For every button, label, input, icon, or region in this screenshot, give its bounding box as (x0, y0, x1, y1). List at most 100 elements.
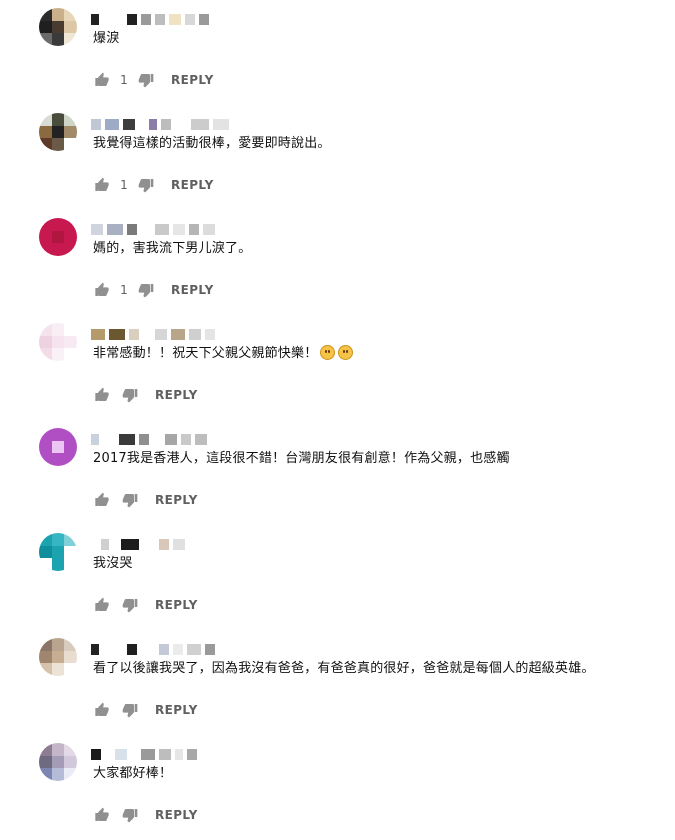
avatar[interactable] (39, 638, 77, 676)
avatar-pixel (51, 743, 65, 756)
reply-button[interactable]: REPLY (155, 598, 198, 612)
comment-list: 爆淚 1 REPLY 我覺得這樣的活動很棒，愛要即時說出。 1 REPLY 媽的，害我流下男… (0, 0, 675, 823)
like-button[interactable] (93, 596, 111, 614)
avatar-pixel (39, 8, 52, 21)
avatar[interactable] (39, 323, 77, 361)
redaction-block (141, 13, 151, 25)
redaction-block (139, 433, 149, 445)
avatar[interactable] (39, 8, 77, 46)
avatar-pixel (39, 335, 52, 349)
thumbs-down-icon (122, 809, 138, 823)
redaction-block (123, 118, 135, 130)
avatar-pixel (39, 138, 52, 151)
avatar-pixel (39, 533, 52, 546)
comment-text: 2017我是香港人，這段很不錯！台灣朋友很有創意！作為父親，也感觸 (93, 449, 510, 469)
author-name-redacted[interactable] (91, 222, 261, 236)
reply-button[interactable]: REPLY (155, 808, 198, 822)
avatar-pixel (64, 348, 77, 361)
avatar-pixel (64, 243, 77, 256)
avatar-pixel (39, 650, 52, 664)
avatar-pixel (51, 218, 65, 231)
avatar-pixel (51, 558, 65, 571)
comment-text: 大家都好棒！ (93, 764, 172, 784)
avatar-pixel (51, 138, 65, 151)
comment-actions: REPLY (93, 595, 198, 615)
reply-button[interactable]: REPLY (171, 283, 214, 297)
author-name-redacted[interactable] (91, 12, 261, 26)
redaction-block (91, 538, 97, 550)
dislike-button[interactable] (137, 281, 155, 299)
redaction-block (115, 748, 127, 760)
dislike-button[interactable] (121, 701, 139, 719)
like-button[interactable] (93, 386, 111, 404)
comment-text-content: 2017我是香港人，這段很不錯！台灣朋友很有創意！作為父親，也感觸 (93, 451, 510, 466)
avatar[interactable] (39, 743, 77, 781)
comment-item: 我覺得這樣的活動很棒，愛要即時說出。 1 REPLY (0, 105, 675, 210)
author-name-redacted[interactable] (91, 537, 261, 551)
reply-button[interactable]: REPLY (171, 73, 214, 87)
redaction-block (105, 118, 119, 130)
avatar-pixel (51, 768, 65, 781)
author-name-redacted[interactable] (91, 117, 261, 131)
avatar-pixel (51, 230, 65, 244)
thumbs-up-icon (95, 597, 109, 611)
like-button[interactable] (93, 806, 111, 824)
avatar[interactable] (39, 428, 77, 466)
avatar-pixel (64, 428, 77, 441)
thumbs-down-icon (122, 704, 138, 718)
avatar-pixel (64, 440, 77, 454)
comment-actions: REPLY (93, 700, 198, 720)
redaction-block (91, 13, 99, 25)
avatar-pixel (64, 453, 77, 466)
dislike-button[interactable] (137, 176, 155, 194)
redaction-block (159, 748, 171, 760)
avatar[interactable] (39, 218, 77, 256)
like-button[interactable] (93, 701, 111, 719)
reply-button[interactable]: REPLY (171, 178, 214, 192)
redaction-block (127, 223, 137, 235)
comment-item: 看了以後讓我哭了，因為我沒有爸爸，有爸爸真的很好，爸爸就是每個人的超級英雄。 RE… (0, 630, 675, 735)
avatar-pixel (39, 453, 52, 466)
redaction-block (187, 748, 197, 760)
avatar-pixel (39, 545, 52, 559)
author-name-redacted[interactable] (91, 432, 261, 446)
like-button[interactable] (93, 281, 111, 299)
redaction-block (103, 433, 115, 445)
comment-item: 大家都好棒！ REPLY (0, 735, 675, 840)
redaction-block (91, 433, 99, 445)
comment-text-content: 看了以後讓我哭了，因為我沒有爸爸，有爸爸真的很好，爸爸就是每個人的超級英雄。 (93, 661, 595, 676)
comment-actions: REPLY (93, 805, 198, 825)
reply-button[interactable]: REPLY (155, 703, 198, 717)
comment-text: 我沒哭 (93, 554, 133, 574)
author-name-redacted[interactable] (91, 642, 261, 656)
dislike-button[interactable] (121, 491, 139, 509)
avatar[interactable] (39, 113, 77, 151)
comment-actions: REPLY (93, 385, 198, 405)
redaction-block (171, 328, 185, 340)
avatar-pixel (39, 230, 52, 244)
reply-button[interactable]: REPLY (155, 388, 198, 402)
author-name-redacted[interactable] (91, 327, 261, 341)
comment-text: 我覺得這樣的活動很棒，愛要即時說出。 (93, 134, 331, 154)
dislike-button[interactable] (121, 596, 139, 614)
like-button[interactable] (93, 176, 111, 194)
dislike-button[interactable] (137, 71, 155, 89)
redaction-block (103, 13, 123, 25)
avatar[interactable] (39, 533, 77, 571)
avatar-pixel (39, 323, 52, 336)
comment-text: 爆淚 (93, 29, 119, 49)
avatar-pixel (51, 20, 65, 34)
author-name-redacted[interactable] (91, 747, 261, 761)
like-button[interactable] (93, 71, 111, 89)
redaction-block (143, 328, 151, 340)
dislike-button[interactable] (121, 806, 139, 824)
comment-item: 爆淚 1 REPLY (0, 0, 675, 105)
redaction-block (153, 433, 161, 445)
avatar-pixel (39, 33, 52, 46)
avatar-pixel (51, 125, 65, 139)
thumbs-up-icon (95, 807, 109, 821)
dislike-button[interactable] (121, 386, 139, 404)
like-button[interactable] (93, 491, 111, 509)
reply-button[interactable]: REPLY (155, 493, 198, 507)
redaction-block (189, 538, 197, 550)
